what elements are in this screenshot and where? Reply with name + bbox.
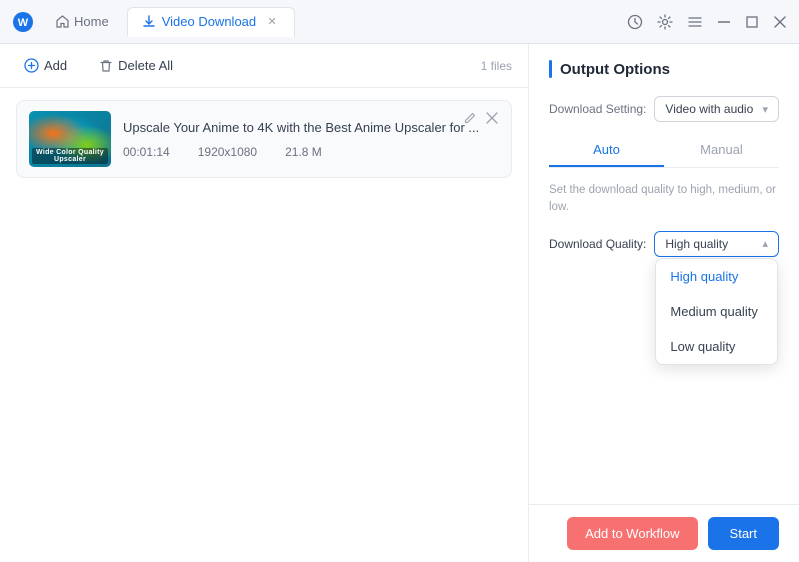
svg-text:W: W (18, 17, 29, 29)
settings-icon[interactable] (657, 14, 673, 30)
download-setting-label: Download Setting: (549, 102, 646, 116)
file-thumbnail: Wide Color Quality Upscaler (29, 111, 111, 167)
file-actions (463, 111, 499, 128)
home-tab-label: Home (74, 14, 109, 29)
medium-quality-label: Medium quality (670, 304, 757, 319)
quality-dropdown: High quality Medium quality Low quality (655, 258, 778, 365)
output-options-title: Output Options (560, 61, 670, 78)
minimize-button[interactable] (717, 15, 731, 29)
app-logo: W (12, 11, 34, 33)
menu-icon[interactable] (687, 14, 703, 30)
delete-all-button[interactable]: Delete All (91, 54, 181, 77)
start-button[interactable]: Start (708, 517, 779, 550)
tab-content-auto: Set the download quality to high, medium… (529, 168, 799, 504)
quality-option-high[interactable]: High quality (656, 259, 777, 294)
bottom-actions: Add to Workflow Start (529, 504, 799, 562)
high-quality-label: High quality (670, 269, 738, 284)
titlebar: W Home Video Download ✕ (0, 0, 799, 44)
chevron-up-icon: ▴ (762, 237, 768, 250)
add-icon (24, 58, 39, 73)
remove-file-button[interactable] (485, 111, 499, 128)
download-setting-value: Video with audio (665, 102, 753, 116)
table-row: Wide Color Quality Upscaler Upscale Your… (16, 100, 512, 178)
file-duration: 00:01:14 (123, 145, 170, 159)
home-icon (56, 15, 69, 28)
active-tab-label: Video Download (162, 14, 256, 29)
tab-video-download[interactable]: Video Download ✕ (127, 7, 295, 37)
download-setting-select[interactable]: Video with audio ▾ (654, 96, 779, 122)
left-panel: Add Delete All 1 files Wide Color Qualit… (0, 44, 529, 562)
file-title: Upscale Your Anime to 4K with the Best A… (123, 119, 499, 137)
maximize-button[interactable] (745, 15, 759, 29)
close-button[interactable] (773, 15, 787, 29)
tab-auto[interactable]: Auto (549, 134, 664, 167)
tab-close-button[interactable]: ✕ (264, 14, 280, 30)
low-quality-label: Low quality (670, 339, 735, 354)
right-panel: Output Options Download Setting: Video w… (529, 44, 799, 562)
titlebar-actions (627, 14, 787, 30)
file-meta: 00:01:14 1920x1080 21.8 M (123, 145, 499, 159)
add-to-workflow-button[interactable]: Add to Workflow (567, 517, 697, 550)
add-label: Add (44, 58, 67, 73)
trash-icon (99, 59, 113, 73)
delete-all-label: Delete All (118, 58, 173, 73)
quality-option-medium[interactable]: Medium quality (656, 294, 777, 329)
toolbar: Add Delete All 1 files (0, 44, 528, 88)
edit-button[interactable] (463, 111, 477, 128)
file-resolution: 1920x1080 (198, 145, 257, 159)
quality-description: Set the download quality to high, medium… (549, 182, 779, 217)
chevron-down-icon: ▾ (762, 103, 768, 116)
manual-tab-label: Manual (700, 142, 743, 157)
add-button[interactable]: Add (16, 54, 75, 77)
history-icon[interactable] (627, 14, 643, 30)
accent-bar (549, 60, 552, 78)
tab-manual[interactable]: Manual (664, 134, 779, 167)
quality-label: Download Quality: (549, 237, 646, 251)
quality-row: Download Quality: High quality ▴ High qu… (549, 231, 779, 257)
download-icon (142, 15, 156, 29)
file-size: 21.8 M (285, 145, 322, 159)
main-layout: Add Delete All 1 files Wide Color Qualit… (0, 44, 799, 562)
quality-select[interactable]: High quality ▴ High quality Medium quali… (654, 231, 779, 257)
file-list: Wide Color Quality Upscaler Upscale Your… (0, 88, 528, 562)
quality-value: High quality (665, 237, 728, 251)
file-info: Upscale Your Anime to 4K with the Best A… (123, 119, 499, 159)
quality-option-low[interactable]: Low quality (656, 329, 777, 364)
tab-home[interactable]: Home (42, 8, 123, 35)
mode-tabs: Auto Manual (549, 134, 779, 168)
file-count: 1 files (481, 59, 512, 73)
auto-tab-label: Auto (593, 142, 620, 157)
thumbnail-label: Wide Color Quality Upscaler (32, 148, 108, 164)
download-setting-row: Download Setting: Video with audio ▾ (529, 90, 799, 134)
output-options-header: Output Options (529, 44, 799, 90)
